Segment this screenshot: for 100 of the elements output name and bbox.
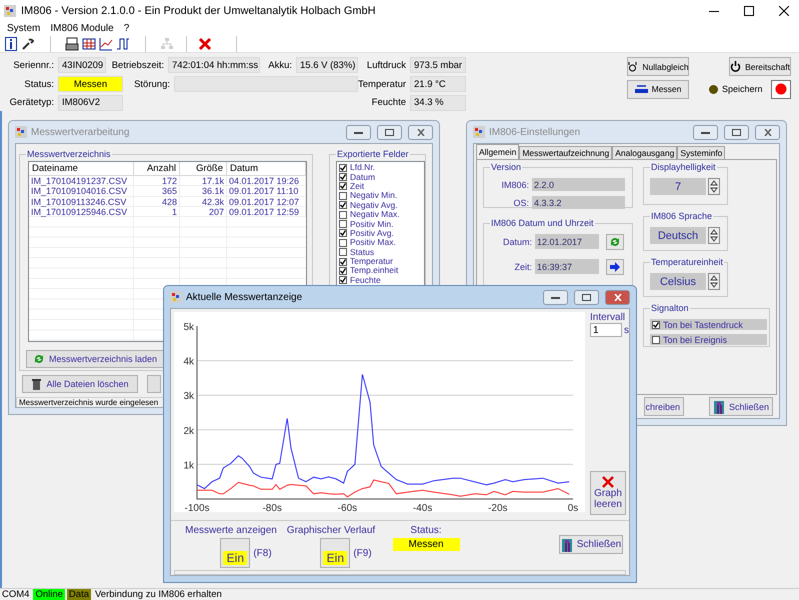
tab[interactable]: Messwertaufzeichnung <box>519 146 612 159</box>
trash-icon <box>31 378 42 390</box>
tick-label: 5k <box>183 322 194 333</box>
write-button[interactable]: chreiben <box>644 397 684 416</box>
close-button[interactable]: Schließen <box>559 535 623 554</box>
table-cell: 17.1k <box>180 176 227 186</box>
checkbox[interactable] <box>652 336 660 344</box>
toggle-button[interactable]: Ein <box>220 538 250 568</box>
standby-button[interactable]: Bereitschaft <box>729 57 791 76</box>
table-icon[interactable] <box>81 36 97 52</box>
table-cell: 428 <box>134 196 180 207</box>
field-label: Zeit: <box>513 262 533 272</box>
status-label: Status: <box>410 525 442 536</box>
exit-icon <box>560 538 573 552</box>
field-label: Status <box>350 248 374 257</box>
toggle-button[interactable]: Ein <box>320 538 350 568</box>
checkbox[interactable] <box>339 164 347 172</box>
field-label: Lfd.Nr. <box>350 163 376 172</box>
menu-item[interactable]: ? <box>118 23 134 34</box>
checkbox[interactable] <box>339 201 347 210</box>
checkbox[interactable] <box>339 173 347 182</box>
close-icon <box>614 294 622 300</box>
table-cell: 207 <box>180 206 227 218</box>
maximize-button[interactable] <box>574 290 599 304</box>
field-label: Akku: <box>267 60 293 71</box>
zero-button[interactable]: Nullabgleich <box>627 57 689 76</box>
table-cell: 04.01.2017 19:26 <box>227 176 306 186</box>
checkbox[interactable] <box>339 229 347 238</box>
checkbox[interactable] <box>339 220 347 228</box>
chart-icon[interactable] <box>98 36 114 52</box>
close-icon <box>764 128 772 136</box>
send-button[interactable] <box>606 258 624 274</box>
menu-item[interactable]: System <box>2 23 46 34</box>
checkbox[interactable] <box>339 266 347 275</box>
field-label: Positiv Max. <box>350 238 396 248</box>
date-picker[interactable]: 12.01.2017 <box>535 234 599 249</box>
checkbox[interactable] <box>339 182 347 190</box>
tab[interactable]: Analogausgang <box>612 146 678 159</box>
value-field: 973.5 mbar <box>410 57 466 74</box>
close-icon[interactable] <box>197 36 213 52</box>
value-field: 21.9 °C <box>410 76 466 92</box>
field-label: Luftdruck <box>366 60 407 71</box>
minimize-button[interactable] <box>346 124 371 140</box>
delete-button[interactable]: Alle Dateien löschen <box>22 375 138 393</box>
field-label: Temperatur <box>350 257 393 266</box>
minimize-button[interactable] <box>543 290 568 304</box>
measure-button[interactable]: Messen <box>627 80 689 98</box>
tab[interactable]: Allgemein <box>476 144 520 159</box>
field-label: Datum: <box>502 236 533 246</box>
checkbox[interactable] <box>339 248 347 256</box>
table-cell: IM_170109125946.CSV <box>29 206 134 218</box>
printer-icon[interactable] <box>64 36 80 52</box>
table-cell: 365 <box>134 186 180 197</box>
app-icon <box>170 291 182 303</box>
pulse-icon[interactable] <box>115 36 131 52</box>
menu-item[interactable]: IM806 Module <box>45 23 119 34</box>
column-header[interactable]: Dateiname <box>29 162 134 175</box>
column-header[interactable]: Datum <box>227 162 306 175</box>
app-icon <box>15 126 27 138</box>
spin-icon[interactable] <box>709 179 719 194</box>
tab[interactable]: Systeminfo <box>677 146 726 159</box>
group-title: Temperatureinheit <box>650 257 724 267</box>
minimize-button[interactable] <box>693 124 718 140</box>
interval-field[interactable]: 1 <box>590 323 622 337</box>
minimize-icon <box>701 130 710 134</box>
refresh-icon <box>32 353 45 365</box>
value-field: Deutsch <box>650 227 706 244</box>
checkbox[interactable] <box>339 276 347 284</box>
status-pane: COM4 <box>1 589 30 600</box>
clear-graph-button[interactable]: Graph leeren <box>590 471 626 515</box>
field-label: Negativ Avg. <box>350 200 398 210</box>
checkbox[interactable] <box>339 210 347 219</box>
maximize-button[interactable] <box>724 124 749 140</box>
checkbox[interactable] <box>652 320 660 328</box>
checkbox[interactable] <box>339 238 347 247</box>
field-label: Temp.einheit <box>350 266 398 276</box>
refresh-icon <box>609 236 621 248</box>
table-cell: IM_170109113246.CSV <box>29 196 134 207</box>
checkbox[interactable] <box>339 192 347 200</box>
info-icon[interactable] <box>3 36 19 52</box>
value-field: 7 <box>650 178 706 195</box>
checkbox[interactable] <box>339 258 347 266</box>
spin-icon[interactable] <box>709 274 719 289</box>
load-button[interactable]: Messwertverzeichnis laden <box>26 350 164 368</box>
time-field[interactable]: 16:39:37 <box>535 259 599 274</box>
record-button[interactable] <box>771 80 791 99</box>
table-cell: 36.1k <box>180 186 227 197</box>
maximize-icon <box>582 294 591 300</box>
toggle-label: Graphischer Verlauf <box>286 525 376 536</box>
close-button[interactable]: Schließen <box>709 397 773 416</box>
tick-label: -40s <box>412 503 432 512</box>
spin-icon[interactable] <box>709 228 719 243</box>
field-label: IM806: <box>500 180 530 190</box>
column-header[interactable]: Anzahl <box>134 162 180 175</box>
column-header[interactable]: Größe <box>180 162 227 175</box>
maximize-icon <box>385 128 394 136</box>
maximize-button[interactable] <box>377 124 402 140</box>
refresh-button[interactable] <box>606 234 624 250</box>
wrench-icon[interactable] <box>20 36 36 52</box>
table-cell: 09.01.2017 12:07 <box>227 196 306 207</box>
